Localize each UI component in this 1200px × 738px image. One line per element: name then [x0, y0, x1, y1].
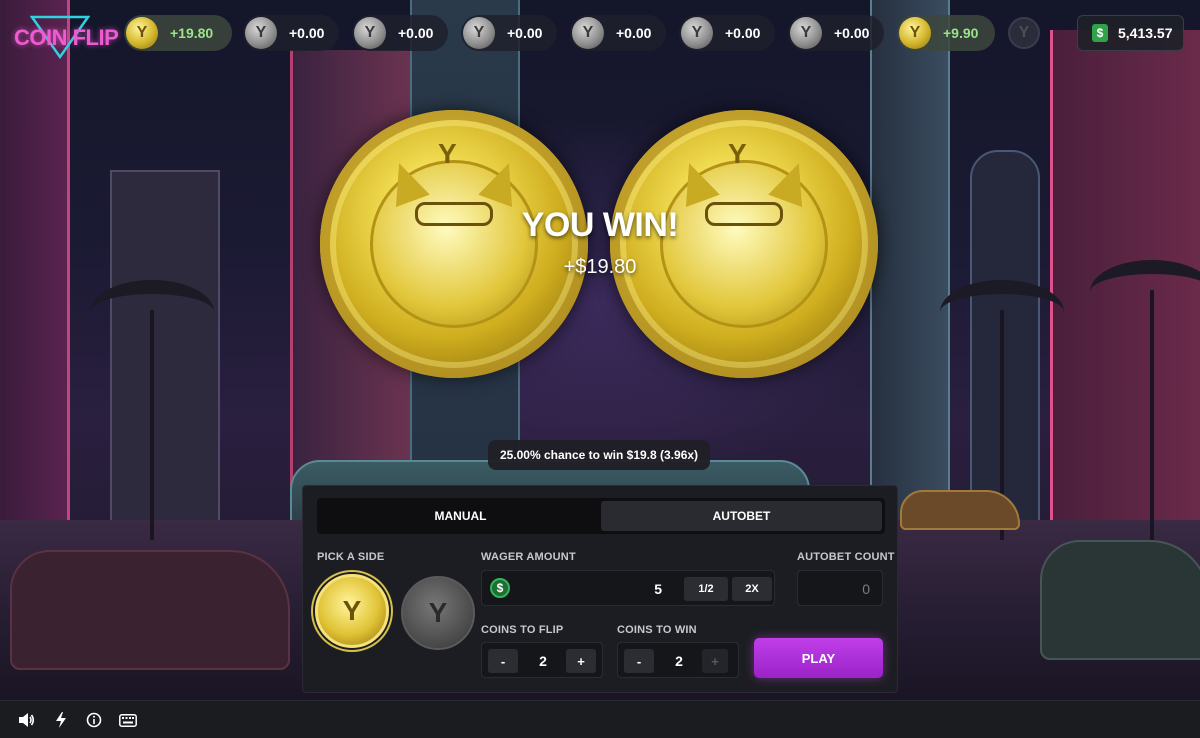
pick-silver-side-button[interactable]: Y — [401, 576, 475, 650]
dollar-icon: $ — [1092, 24, 1108, 42]
top-bar: COIN FLIP Y +19.80 Y +0.00 Y +0.00 Y +0.… — [0, 0, 1200, 68]
bottom-toolbar — [0, 700, 1200, 738]
glasses-shape — [705, 202, 783, 226]
silver-coin-icon: Y — [681, 17, 713, 49]
pick-gold-side-button[interactable]: Y — [315, 574, 389, 648]
keyboard-icon[interactable] — [118, 711, 138, 729]
wager-amount-input[interactable]: $ 5 1/2 2X — [481, 570, 775, 606]
balance-display: $ 5,413.57 — [1077, 15, 1184, 51]
history-value: +0.00 — [507, 25, 543, 41]
history-value: +0.00 — [725, 25, 761, 41]
coins-to-win-label: COINS TO WIN — [617, 624, 697, 636]
placeholder-coin-icon: Y — [1008, 17, 1040, 49]
half-wager-button[interactable]: 1/2 — [684, 577, 728, 601]
history-item: Y +19.80 — [124, 15, 232, 51]
coins-to-win-value: 2 — [675, 653, 683, 669]
building — [870, 0, 950, 530]
car — [1040, 540, 1200, 660]
gold-coin-icon: Y — [899, 17, 931, 49]
coins-to-flip-stepper: - 2 + — [481, 642, 603, 678]
history-value: +0.00 — [289, 25, 325, 41]
silver-coin-icon: Y — [245, 17, 277, 49]
history-value: +0.00 — [616, 25, 652, 41]
win-title: YOU WIN! — [521, 206, 679, 244]
win-chance-info: 25.00% chance to win $19.8 (3.96x) — [488, 440, 710, 470]
silver-coin-icon: Y — [572, 17, 604, 49]
glasses-shape — [415, 202, 493, 226]
increment-button[interactable]: + — [702, 649, 728, 673]
history-value: +19.80 — [170, 25, 214, 41]
history-item: Y — [1006, 15, 1040, 51]
win-amount: +$19.80 — [563, 256, 637, 278]
wager-value[interactable]: 5 — [654, 581, 662, 597]
y-logo-icon: Y — [438, 138, 457, 169]
history-item: Y +9.90 — [897, 15, 995, 51]
balance-value: 5,413.57 — [1118, 25, 1173, 41]
pick-side-label: PICK A SIDE — [317, 551, 385, 563]
double-wager-button[interactable]: 2X — [732, 577, 772, 601]
history-item: Y +0.00 — [679, 15, 775, 51]
history-value: +0.00 — [834, 25, 870, 41]
tab-manual[interactable]: MANUAL — [320, 501, 601, 531]
palm-tree — [90, 280, 214, 540]
coins-to-flip-value: 2 — [539, 653, 547, 669]
tab-autobet[interactable]: AUTOBET — [601, 501, 882, 531]
coins-to-win-stepper: - 2 + — [617, 642, 739, 678]
play-button[interactable]: PLAY — [754, 638, 883, 678]
autobet-count-label: AUTOBET COUNT — [797, 551, 895, 563]
history-value: +9.90 — [943, 25, 979, 41]
app-logo: COIN FLIP — [14, 25, 119, 50]
autobet-count-input[interactable]: 0 — [797, 570, 883, 606]
dollar-icon: $ — [490, 578, 510, 598]
silver-coin-icon: Y — [354, 17, 386, 49]
speaker-icon[interactable] — [18, 711, 36, 729]
history-item: Y +0.00 — [461, 15, 557, 51]
history-item: Y +0.00 — [788, 15, 884, 51]
history-item: Y +0.00 — [570, 15, 666, 51]
info-icon[interactable] — [85, 711, 103, 729]
gold-coin-icon: Y — [126, 17, 158, 49]
car — [10, 550, 290, 670]
coins-to-flip-label: COINS TO FLIP — [481, 624, 564, 636]
silver-coin-icon: Y — [790, 17, 822, 49]
bet-panel: MANUAL AUTOBET PICK A SIDE Y Y WAGER AMO… — [302, 485, 898, 693]
building — [110, 170, 220, 530]
history-item: Y +0.00 — [243, 15, 339, 51]
wager-amount-label: WAGER AMOUNT — [481, 551, 576, 563]
history-value: +0.00 — [398, 25, 434, 41]
silver-coin-icon: Y — [463, 17, 495, 49]
car — [900, 490, 1020, 530]
decrement-button[interactable]: - — [624, 649, 654, 673]
lightning-icon[interactable] — [52, 711, 70, 729]
history-item: Y +0.00 — [352, 15, 448, 51]
increment-button[interactable]: + — [566, 649, 596, 673]
decrement-button[interactable]: - — [488, 649, 518, 673]
mode-tabs: MANUAL AUTOBET — [317, 498, 885, 534]
y-logo-icon: Y — [728, 138, 747, 169]
building — [0, 0, 70, 530]
palm-tree — [1090, 260, 1200, 540]
